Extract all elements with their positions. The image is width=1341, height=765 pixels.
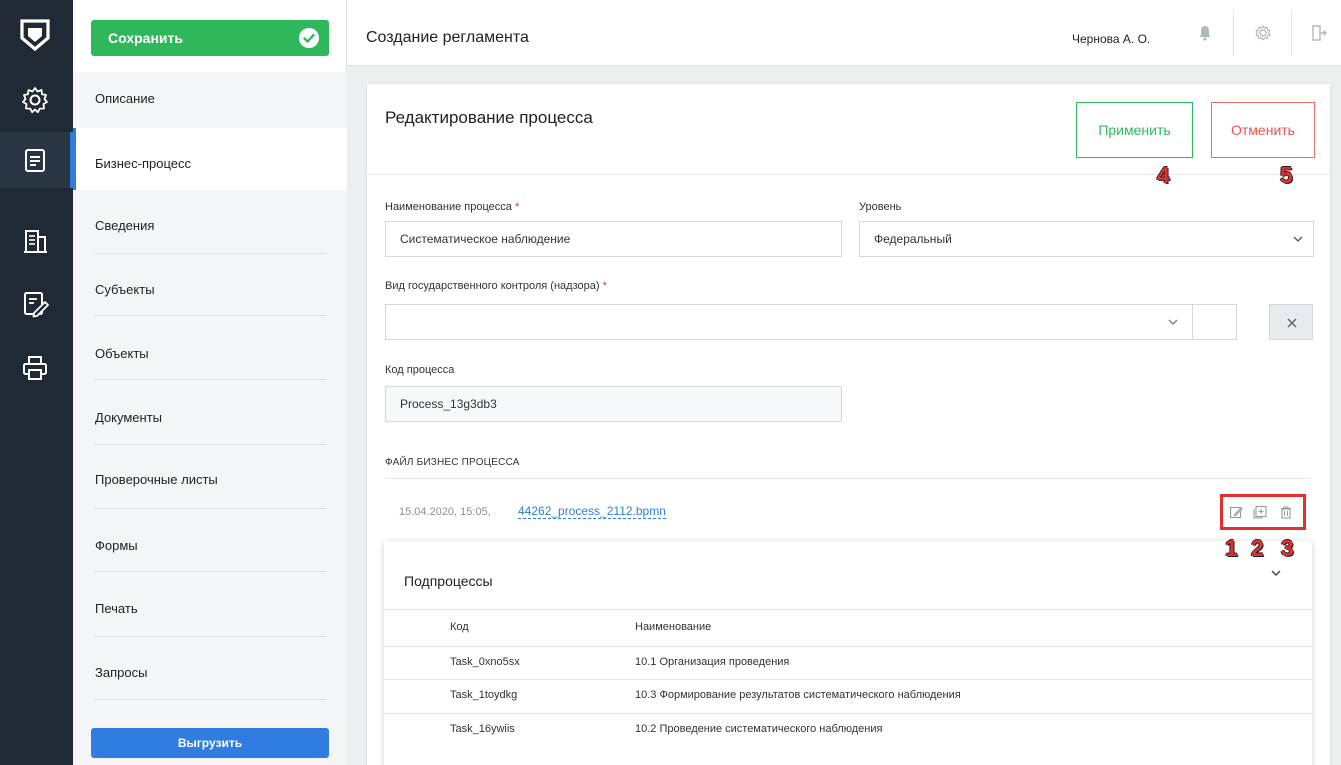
- settings-gear-icon[interactable]: [20, 85, 50, 115]
- add-icon[interactable]: [1253, 505, 1267, 519]
- nav-item-requests[interactable]: Запросы: [73, 638, 347, 700]
- file-section-title: ФАЙЛ БИЗНЕС ПРОЦЕССА: [385, 457, 520, 468]
- gear-icon[interactable]: [1253, 23, 1273, 43]
- nav-item-label: Документы: [95, 410, 163, 425]
- nav-divider: [95, 636, 327, 637]
- edit-icon[interactable]: [1229, 505, 1243, 519]
- user-name[interactable]: Чернова А. О.: [1072, 32, 1150, 46]
- process-name-field[interactable]: Систематическое наблюдение: [385, 221, 842, 257]
- nav-divider: [95, 508, 327, 509]
- nav-item-label: Сведения: [95, 218, 155, 233]
- save-button[interactable]: Сохранить: [91, 20, 329, 56]
- nav-divider: [95, 379, 327, 380]
- required-mark: *: [602, 280, 607, 292]
- card-header: Редактирование процесса Применить Отмени…: [367, 84, 1330, 175]
- nav-item-label: Формы: [95, 538, 138, 553]
- export-button[interactable]: Выгрузить: [91, 728, 329, 758]
- nav-item-forms[interactable]: Формы: [73, 510, 347, 572]
- nav-item-subjects[interactable]: Субъекты: [73, 254, 347, 316]
- page-title: Создание регламента: [366, 29, 529, 46]
- process-code-label: Код процесса: [385, 364, 455, 376]
- logout-icon[interactable]: [1309, 23, 1329, 43]
- close-icon: [1287, 318, 1297, 328]
- process-edit-card: Редактирование процесса Применить Отмени…: [367, 84, 1330, 765]
- cell-code: Task_1toydkg: [450, 689, 518, 701]
- control-type-label: Вид государственного контроля (надзора) …: [385, 280, 607, 292]
- header-divider: [1233, 10, 1234, 56]
- select-divider: [1192, 305, 1193, 339]
- control-type-select[interactable]: [385, 304, 1237, 340]
- clear-button[interactable]: [1269, 304, 1313, 340]
- nav-item-print[interactable]: Печать: [73, 575, 347, 637]
- annotation-5: 5: [1280, 162, 1293, 188]
- cell-code: Task_0xno5sx: [450, 656, 520, 668]
- subprocesses-panel: Подпроцессы Код Наименование Task_0xno5s…: [384, 541, 1312, 765]
- cell-name: 10.2 Проведение систематического наблюде…: [635, 723, 883, 735]
- section-divider: [385, 478, 1311, 479]
- card-title: Редактирование процесса: [385, 108, 593, 127]
- level-select[interactable]: Федеральный: [859, 221, 1314, 257]
- file-link[interactable]: 44262_process_2112.bpmn: [518, 504, 666, 519]
- nav-item-objects[interactable]: Объекты: [73, 318, 347, 380]
- nav-item-label: Запросы: [95, 665, 148, 680]
- level-select-value: Федеральный: [874, 232, 952, 246]
- chevron-down-icon: [1168, 319, 1178, 325]
- nav-item-description[interactable]: Описание: [73, 72, 347, 134]
- annotation-3: 3: [1281, 535, 1294, 561]
- column-header-name[interactable]: Наименование: [635, 621, 711, 633]
- nav-item-label: Субъекты: [95, 282, 155, 297]
- icon-rail: [0, 0, 73, 765]
- nav-item-label: Бизнес-процесс: [95, 156, 192, 171]
- section-nav: Сохранить Описание Бизнес-процесс Сведен…: [73, 0, 347, 765]
- checkmark-icon: [299, 28, 319, 48]
- nav-divider: [95, 699, 327, 700]
- printer-icon[interactable]: [20, 353, 50, 383]
- chevron-down-icon: [1293, 236, 1303, 242]
- nav-item-label: Проверочные листы: [95, 472, 218, 487]
- level-label: Уровень: [859, 201, 902, 213]
- table-header-row: [384, 609, 1312, 641]
- nav-item-checklists[interactable]: Проверочные листы: [73, 447, 347, 509]
- column-header-code[interactable]: Код: [450, 621, 469, 633]
- save-button-label: Сохранить: [108, 30, 183, 46]
- annotation-1: 1: [1225, 535, 1238, 561]
- table-row[interactable]: Task_16ywiis 10.2 Проведение систематиче…: [384, 713, 1312, 745]
- nav-divider: [95, 444, 327, 445]
- apply-button[interactable]: Применить: [1076, 102, 1193, 158]
- nav-item-label: Объекты: [95, 346, 149, 361]
- nav-item-label: Описание: [95, 91, 155, 106]
- cell-name: 10.1 Организация проведения: [635, 656, 790, 668]
- nav-item-business-process[interactable]: Бизнес-процесс: [73, 128, 347, 190]
- process-code-field: Process_13g3db3: [385, 386, 842, 422]
- top-bar: Создание регламента Чернова А. О.: [347, 0, 1341, 66]
- app-logo-icon[interactable]: [19, 18, 51, 52]
- building-icon[interactable]: [20, 226, 50, 256]
- bell-icon[interactable]: [1195, 23, 1215, 43]
- header-divider: [1291, 10, 1292, 56]
- nav-item-info[interactable]: Сведения: [73, 192, 347, 254]
- process-name-label: Наименование процесса *: [385, 201, 519, 213]
- process-name-label-text: Наименование процесса: [385, 201, 512, 213]
- subprocesses-title: Подпроцессы: [404, 573, 493, 589]
- file-date: 15.04.2020, 15:05,: [399, 506, 491, 518]
- chevron-down-icon[interactable]: [1271, 569, 1281, 577]
- nav-item-documents[interactable]: Документы: [73, 383, 347, 445]
- nav-divider: [95, 315, 327, 316]
- annotation-highlight-box: [1220, 494, 1306, 530]
- required-mark: *: [514, 201, 520, 213]
- control-type-label-text: Вид государственного контроля (надзора): [385, 280, 600, 292]
- table-row[interactable]: Task_0xno5sx 10.1 Организация проведения: [384, 646, 1312, 678]
- annotation-2: 2: [1251, 535, 1264, 561]
- document-list-icon[interactable]: [20, 146, 50, 176]
- annotation-4: 4: [1157, 162, 1170, 188]
- nav-divider: [95, 571, 327, 572]
- table-row[interactable]: Task_1toydkg 10.3 Формирование результат…: [384, 679, 1312, 711]
- delete-icon[interactable]: [1279, 505, 1293, 519]
- cancel-button[interactable]: Отменить: [1211, 102, 1315, 158]
- cell-name: 10.3 Формирование результатов систематич…: [635, 689, 961, 701]
- cell-code: Task_16ywiis: [450, 723, 515, 735]
- edit-form-icon[interactable]: [20, 289, 50, 319]
- nav-item-label: Печать: [95, 601, 138, 616]
